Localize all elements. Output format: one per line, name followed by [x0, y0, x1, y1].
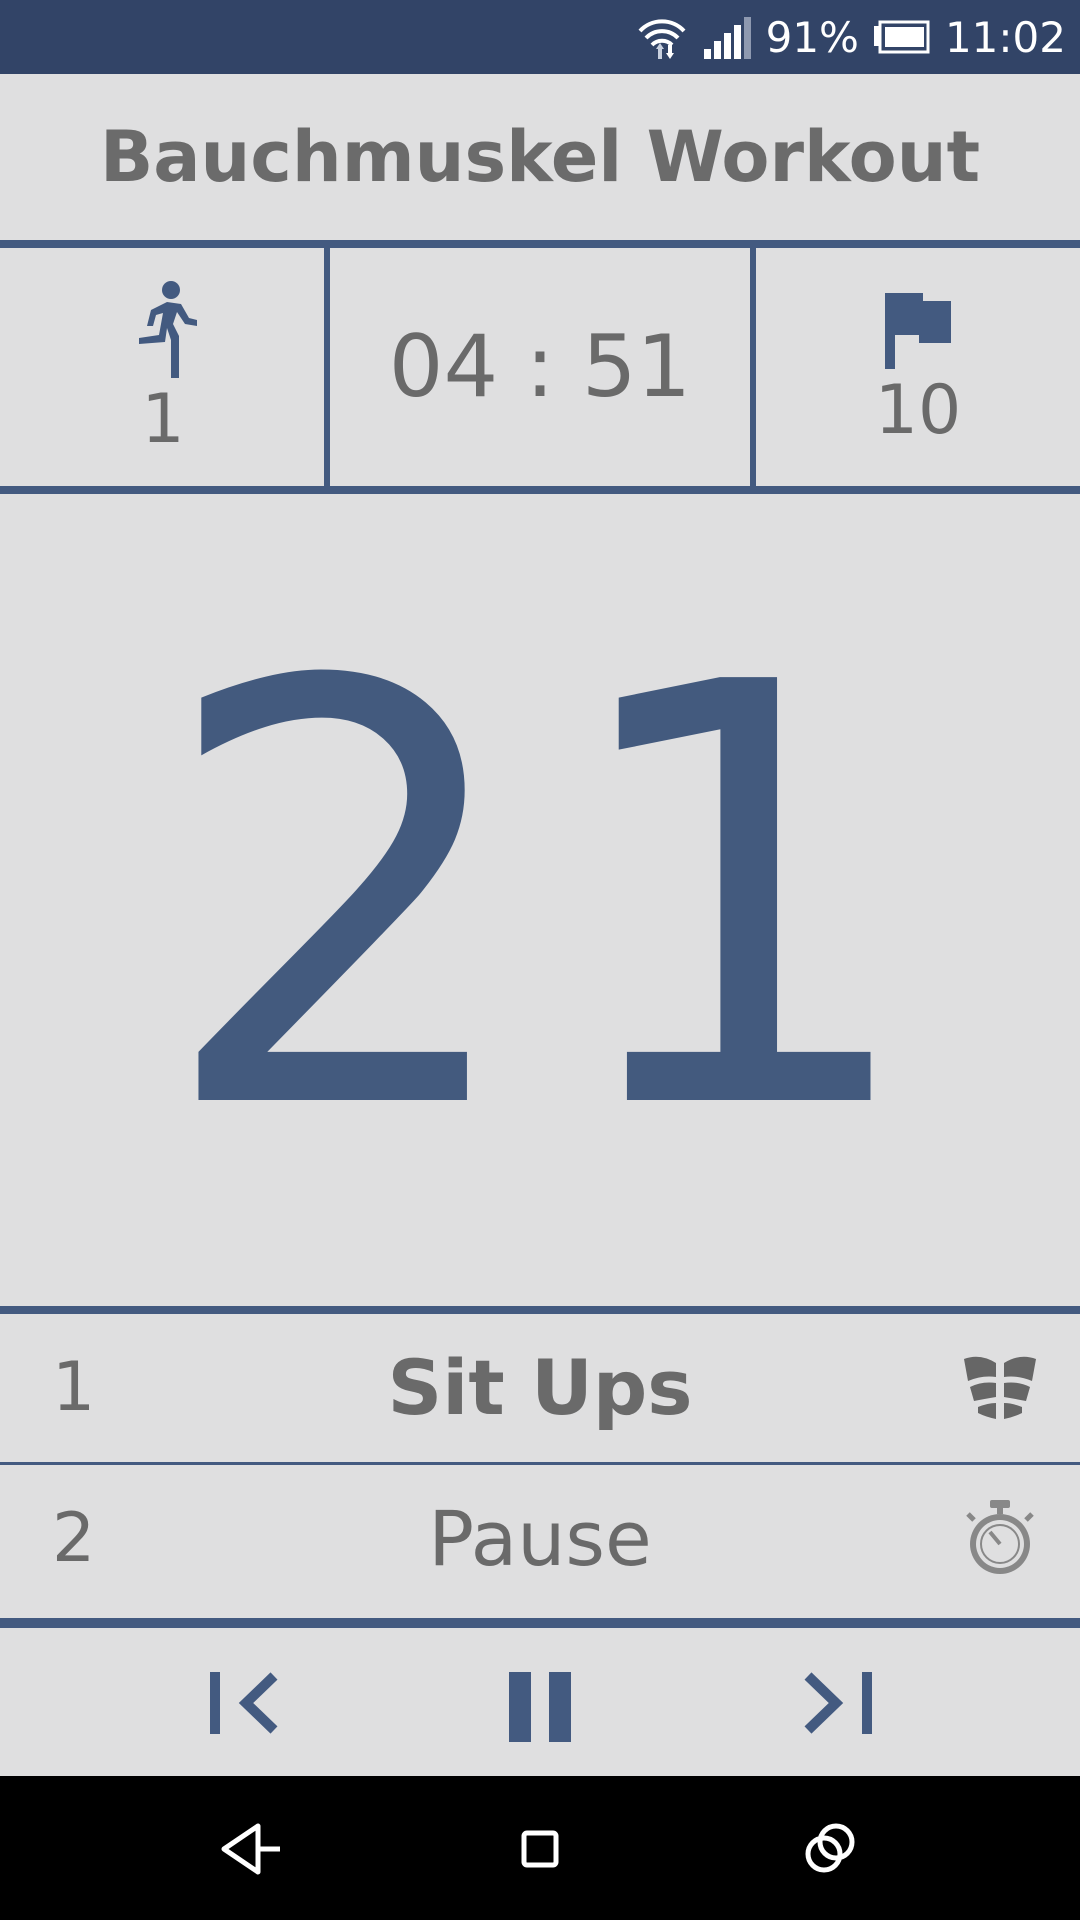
battery-icon	[873, 20, 930, 54]
divider	[0, 1306, 1080, 1314]
goal-value: 10	[874, 371, 962, 450]
title-bar: Bauchmuskel Workout	[0, 74, 1080, 240]
divider	[0, 486, 1080, 494]
battery-percent: 91%	[765, 12, 859, 62]
exercise-name: Pause	[428, 1493, 652, 1583]
previous-icon[interactable]	[196, 1658, 286, 1748]
wifi-icon	[638, 19, 686, 59]
abs-muscle-icon	[964, 1356, 1036, 1419]
page-title: Bauchmuskel Workout	[99, 116, 981, 198]
exercise-name: Sit Ups	[387, 1342, 693, 1432]
divider	[0, 1618, 1080, 1628]
round-value: 1	[141, 380, 185, 459]
status-bar: 91% 11:02	[0, 0, 1080, 74]
round-stat: 1	[0, 248, 326, 486]
signal-icon	[703, 17, 751, 59]
elapsed-timer: 04 : 51	[388, 317, 692, 417]
timer-stat: 04 : 51	[330, 248, 750, 486]
clock: 11:02	[944, 12, 1066, 62]
back-icon[interactable]	[218, 1814, 288, 1884]
recents-icon[interactable]	[794, 1814, 864, 1884]
divider	[0, 240, 1080, 248]
goal-stat: 10	[756, 248, 1080, 486]
rep-counter-value: 21	[155, 562, 955, 1237]
home-icon[interactable]	[505, 1814, 575, 1884]
status-bar-right: 91% 11:02	[636, 0, 1066, 74]
stopwatch-icon	[966, 1500, 1034, 1574]
navigation-bar	[0, 1776, 1080, 1920]
running-person-icon	[139, 281, 197, 378]
list-item[interactable]: 2 Pause	[0, 1465, 1080, 1611]
next-icon[interactable]	[796, 1658, 886, 1748]
rep-counter: 21	[0, 494, 1080, 1306]
pause-icon[interactable]	[495, 1658, 585, 1748]
playback-controls	[0, 1628, 1080, 1776]
list-item[interactable]: 1 Sit Ups	[0, 1314, 1080, 1460]
flag-icon	[885, 293, 951, 369]
